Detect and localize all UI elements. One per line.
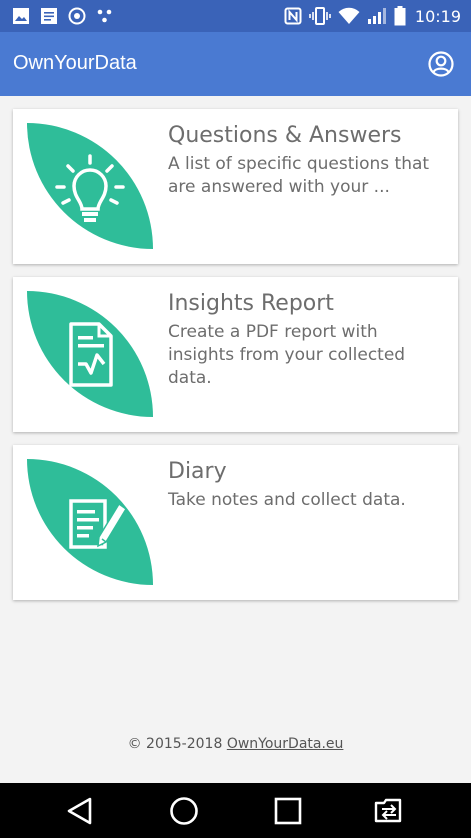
switch-sim-button[interactable] [372,794,406,828]
battery-icon [394,6,406,26]
status-left-icons [12,7,114,25]
copyright-text: © 2015-2018 [127,736,223,752]
card-description: A list of specific questions that are an… [168,154,430,197]
account-button[interactable] [427,50,455,78]
account-circle-icon [428,51,454,77]
home-icon [170,797,198,825]
sync-icon [68,7,86,25]
back-icon [67,797,92,825]
image-icon [13,8,29,24]
card-icon-background [27,291,153,417]
report-icon [69,322,113,387]
lightbulb-icon [55,154,125,222]
recent-apps-icon [274,797,302,825]
card-diary[interactable]: Diary Take notes and collect data. [13,445,458,600]
back-button[interactable] [63,794,97,828]
dots-icon [97,9,112,23]
app-title: OwnYourData [13,52,137,74]
footer: © 2015-2018 OwnYourData.eu [0,736,471,752]
card-description: Create a PDF report with insights from y… [168,322,406,388]
card-title: Diary [168,459,227,484]
card-icon-background [27,123,153,249]
card-description: Take notes and collect data. [168,490,406,510]
card-insights-report[interactable]: Insights Report Create a PDF report with… [13,277,458,432]
document-icon [41,8,57,24]
card-title: Questions & Answers [168,123,402,148]
nfc-icon [284,7,302,25]
website-link[interactable]: OwnYourData.eu [227,736,344,752]
signal-icon [367,8,386,24]
status-bar: 10:19 [0,0,471,32]
vibrate-icon [309,7,331,25]
recent-apps-button[interactable] [271,794,305,828]
wifi-icon [338,7,360,24]
home-button[interactable] [167,794,201,828]
card-icon-background [27,459,153,585]
status-right-icons: 10:19 [284,6,461,26]
app-bar: OwnYourData [0,32,471,96]
switch-sim-icon [374,798,402,823]
status-time: 10:19 [414,6,461,26]
edit-note-icon [69,499,128,549]
card-title: Insights Report [168,291,334,316]
card-questions-answers[interactable]: Questions & Answers A list of specific q… [13,109,458,264]
navigation-bar [0,783,471,838]
